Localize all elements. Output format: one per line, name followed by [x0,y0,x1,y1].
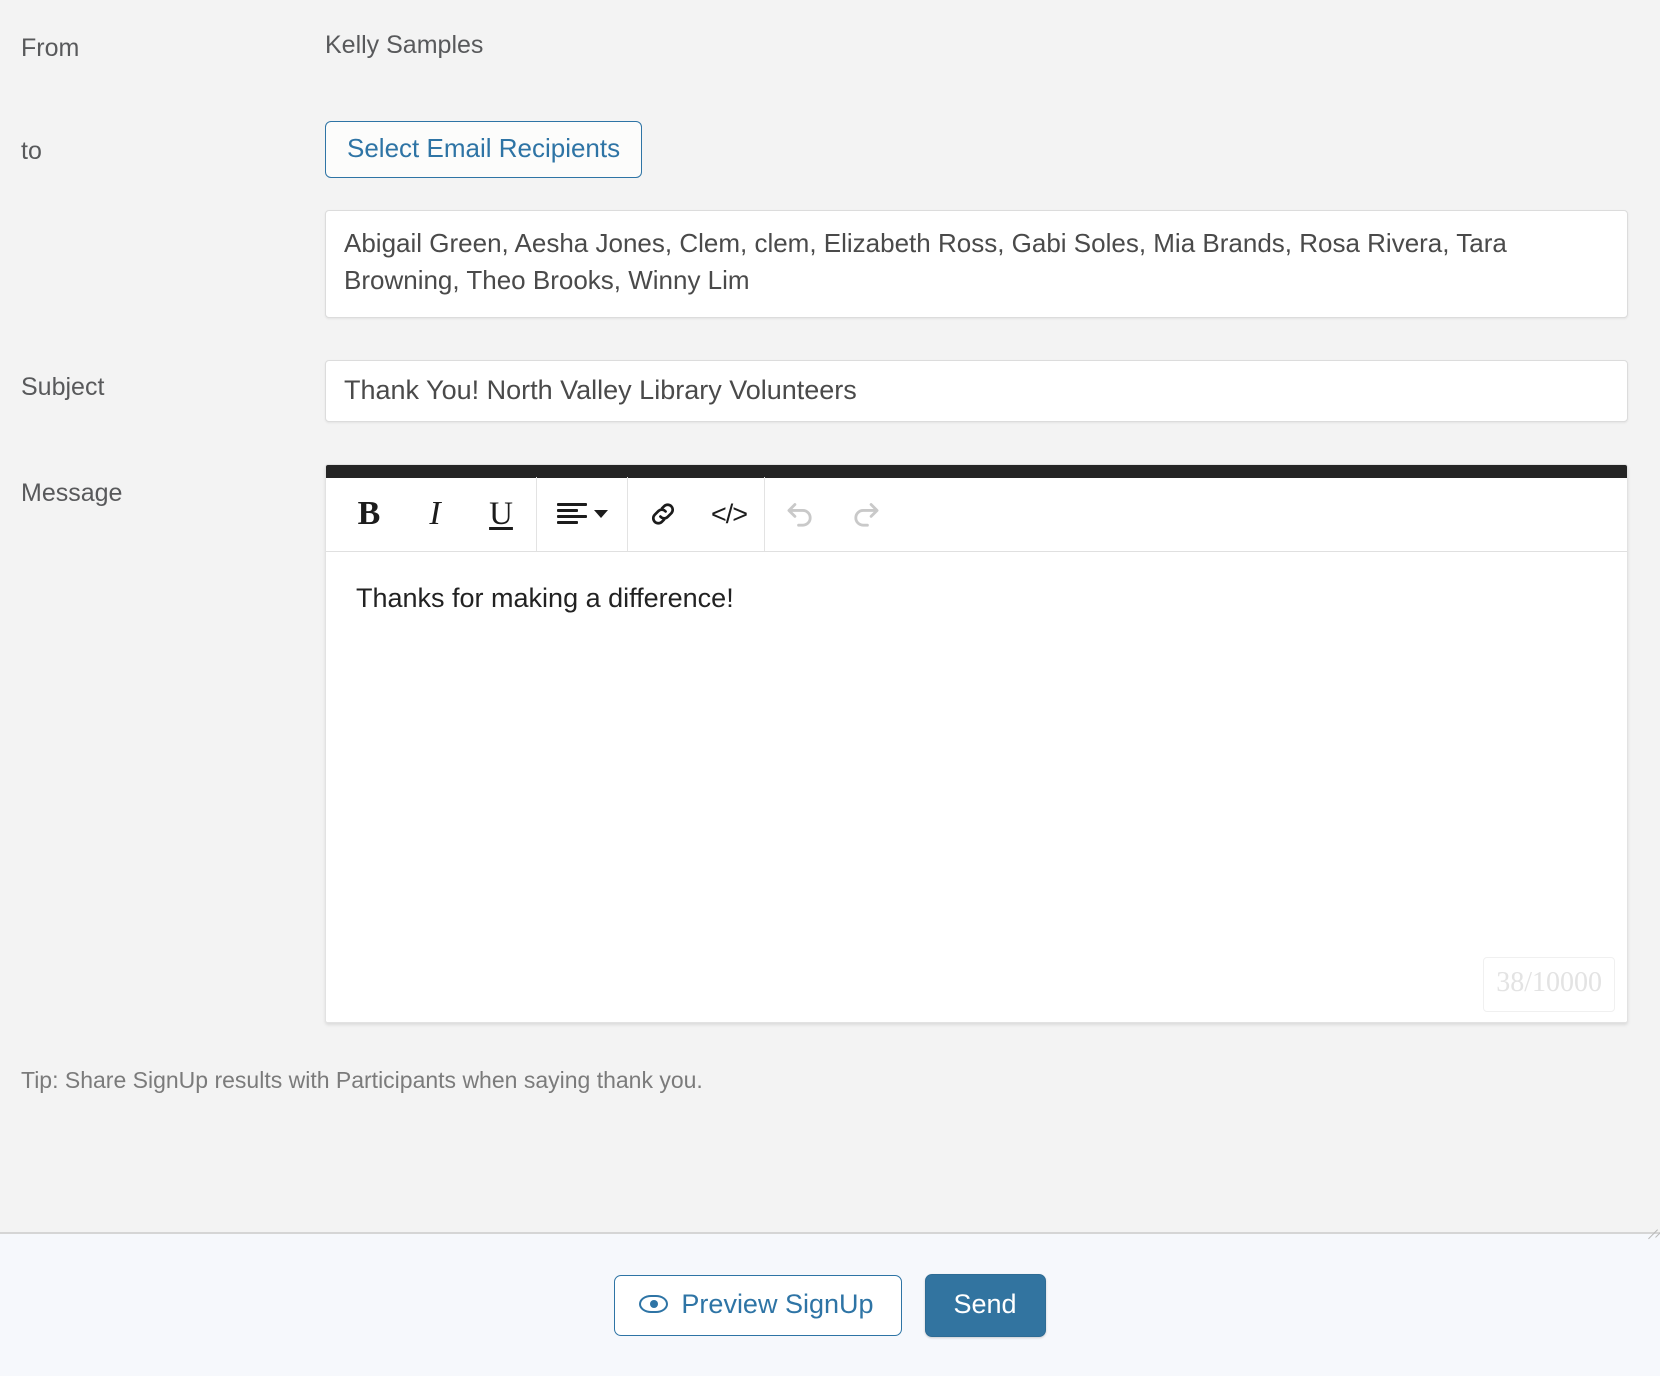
select-email-recipients-button[interactable]: Select Email Recipients [325,121,643,178]
alignment-group [539,478,625,551]
from-label: From [21,34,80,62]
insert-group: </> [630,478,762,551]
message-body-editable[interactable]: Thanks for making a difference! 38/10000 [326,551,1627,1022]
bold-glyph: B [357,495,381,533]
message-row: Message B I U </> Thanks for making a di… [0,422,1660,1023]
subject-label: Subject [21,372,105,401]
preview-signup-button[interactable]: Preview SignUp [614,1274,902,1336]
text-style-group: B I U [336,478,534,551]
message-body-text: Thanks for making a difference! [356,582,734,613]
italic-glyph: I [429,495,441,533]
compose-form: From Kelly Samples to Select Email Recip… [0,0,1660,1240]
from-row: From Kelly Samples [0,0,1660,63]
code-view-icon[interactable]: </> [696,484,762,544]
recipients-field: Abigail Green, Aesha Jones, Clem, clem, … [325,209,1660,1240]
message-field: B I U </> Thanks for making a difference… [325,463,1660,1023]
character-counter: 38/10000 [1483,956,1615,1012]
recipients-textarea[interactable]: Abigail Green, Aesha Jones, Clem, clem, … [325,209,1628,318]
link-glyph [651,503,675,525]
bold-icon[interactable]: B [336,484,402,544]
italic-icon[interactable]: I [402,484,468,544]
code-glyph: </> [710,498,748,529]
history-group [767,478,899,551]
align-left-icon[interactable] [539,484,625,544]
recipients-row: Abigail Green, Aesha Jones, Clem, clem, … [0,178,1660,1240]
subject-field [325,359,1660,422]
rich-text-editor: B I U </> Thanks for making a difference… [325,463,1628,1023]
redo-glyph [854,503,879,527]
align-lines-icon [556,503,587,525]
preview-signup-label: Preview SignUp [681,1288,874,1319]
from-value: Kelly Samples [325,31,484,59]
toolbar-divider [627,477,628,552]
undo-glyph [787,503,812,527]
undo-icon[interactable] [767,484,833,544]
email-compose-page: From Kelly Samples to Select Email Recip… [0,0,1660,1376]
resize-handle-icon[interactable] [1644,1216,1660,1240]
redo-icon[interactable] [833,484,899,544]
message-label: Message [21,478,123,507]
footer-action-bar: Preview SignUp Send [0,1232,1660,1376]
underline-glyph: U [489,495,513,532]
eye-icon [639,1295,669,1313]
chevron-down-icon [593,510,608,519]
editor-toolbar: B I U </> [326,477,1627,552]
send-button[interactable]: Send [924,1273,1046,1337]
from-field: Kelly Samples [325,30,1660,60]
tip-text: Tip: Share SignUp results with Participa… [21,1066,703,1093]
editor-top-accent-bar [326,464,1627,478]
to-label: to [21,137,42,165]
subject-row: Subject [0,318,1660,422]
toolbar-divider [536,477,537,552]
toolbar-divider [764,477,765,552]
to-field: Select Email Recipients [325,121,1660,178]
to-row: to Select Email Recipients [0,63,1660,178]
subject-input[interactable] [325,359,1628,422]
link-icon[interactable] [630,484,696,544]
underline-icon[interactable]: U [468,484,534,544]
